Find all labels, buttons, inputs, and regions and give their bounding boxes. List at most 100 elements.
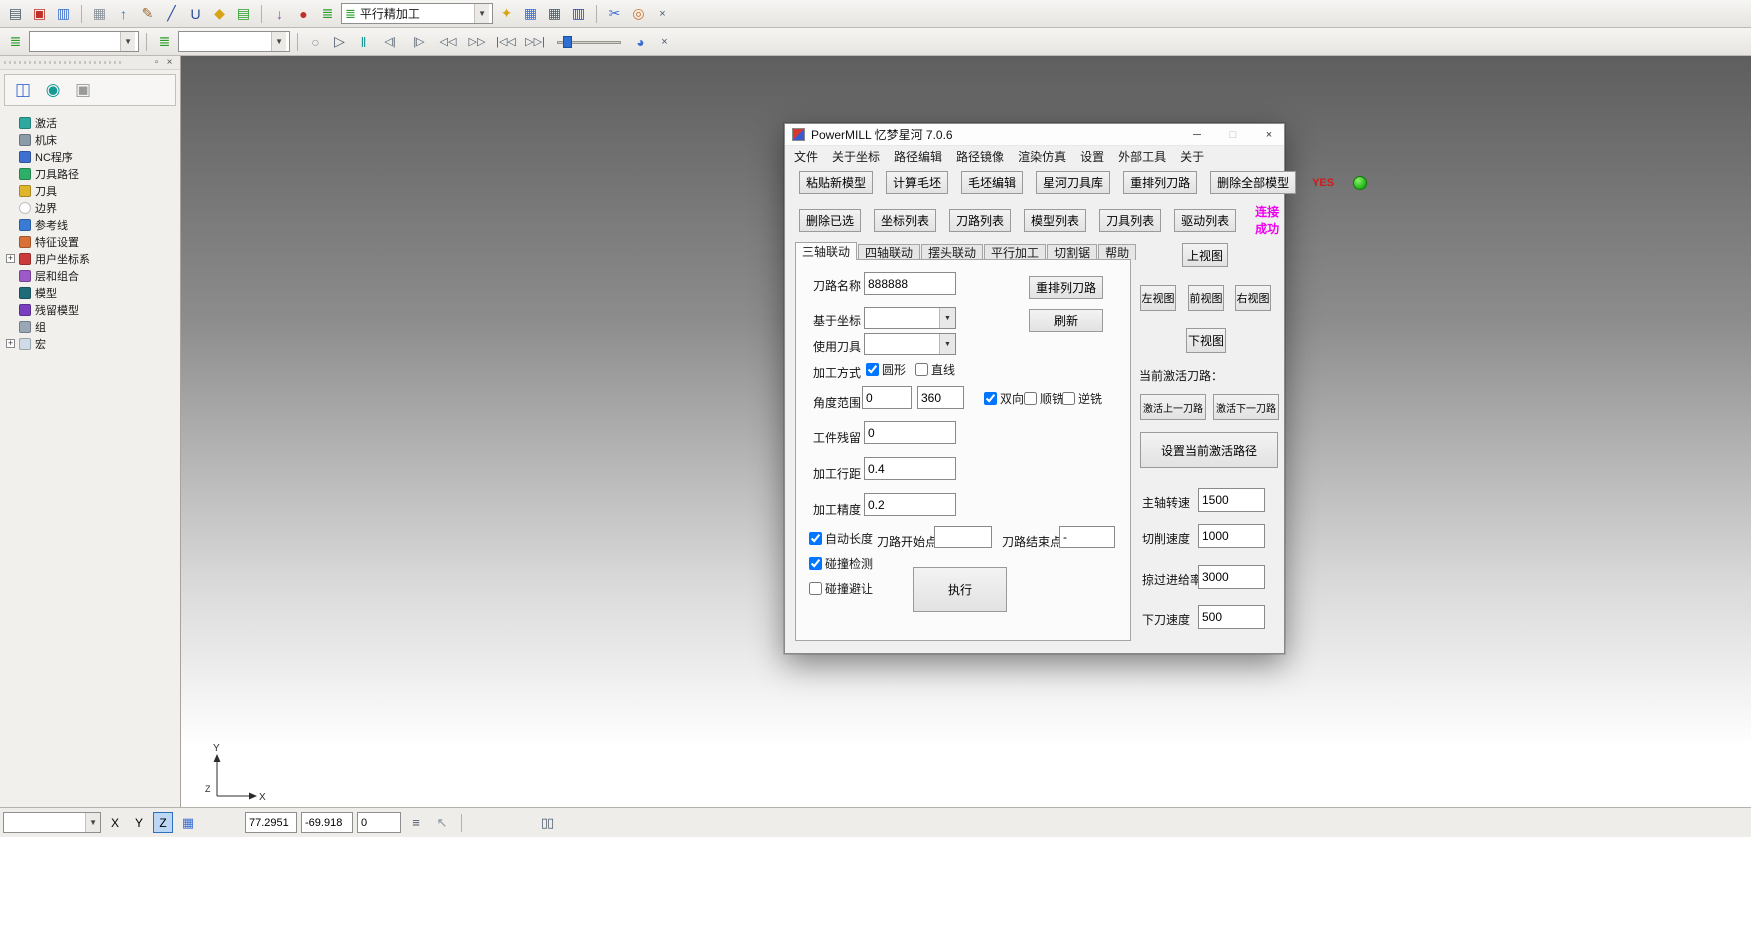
refresh-button[interactable]: 刷新	[1029, 309, 1103, 332]
delete-all-models-button[interactable]: 删除全部模型	[1210, 171, 1296, 194]
tab-4axis[interactable]: 四轴联动	[858, 244, 920, 260]
toolbar-close-icon[interactable]: ×	[652, 3, 673, 24]
panel-grip[interactable]: ▫ ×	[0, 56, 180, 70]
clock-icon[interactable]: ◕	[630, 31, 651, 52]
tree-item-toolpaths[interactable]: 刀具路径	[6, 165, 178, 182]
tree-item-feature-sets[interactable]: 特征设置	[6, 233, 178, 250]
coord-x-input[interactable]	[245, 812, 297, 833]
binoculars-icon[interactable]: ◎	[628, 3, 649, 24]
tree-item-patterns[interactable]: 参考线	[6, 216, 178, 233]
circle-checkbox[interactable]: 圆形	[866, 361, 906, 378]
model-list-button[interactable]: 模型列表	[1024, 209, 1086, 232]
tab-3axis[interactable]: 三轴联动	[795, 242, 857, 260]
auto-length-checkbox[interactable]: 自动长度	[809, 530, 873, 547]
paste-new-model-button[interactable]: 粘贴新模型	[799, 171, 873, 194]
insert-file-icon[interactable]: ↓	[269, 3, 290, 24]
menu-path-mirror[interactable]: 路径镜像	[949, 146, 1011, 166]
execute-button[interactable]: 执行	[913, 567, 1007, 612]
stock-allowance-input[interactable]	[864, 421, 956, 444]
conventional-checkbox[interactable]: 逆铣	[1062, 390, 1102, 407]
toolbar-close-icon[interactable]: ×	[654, 31, 675, 52]
record-macro-icon[interactable]: ●	[293, 3, 314, 24]
tab-help[interactable]: 帮助	[1098, 244, 1136, 260]
axis-z-button[interactable]: Z	[153, 812, 173, 833]
plunge-feed-input[interactable]	[1198, 605, 1265, 629]
rearrange-button[interactable]: 重排列刀路	[1029, 276, 1103, 299]
tree-item-machine[interactable]: 机床	[6, 131, 178, 148]
auto-length-checkbox-input[interactable]	[809, 532, 822, 545]
end-point-input[interactable]	[1059, 526, 1115, 548]
pick-arrow-icon[interactable]: ↖	[431, 812, 453, 833]
menu-coords[interactable]: 关于坐标	[825, 146, 887, 166]
view-bottom-button[interactable]: 下视图	[1186, 328, 1226, 353]
tree-item-models[interactable]: 模型	[6, 284, 178, 301]
tree-item-stock-models[interactable]: 残留模型	[6, 301, 178, 318]
maximize-button[interactable]: □	[1218, 124, 1248, 145]
climb-checkbox[interactable]: 顺铣	[1024, 390, 1064, 407]
go-end-button[interactable]: ▷▷|	[522, 31, 548, 52]
collision-check-checkbox-input[interactable]	[809, 557, 822, 570]
stock-edit-button[interactable]: 毛坯编辑	[961, 171, 1023, 194]
tree-item-tools[interactable]: 刀具	[6, 182, 178, 199]
raise-toolpath-icon[interactable]: ↑	[113, 3, 134, 24]
tool-offset-icon[interactable]: ✦	[496, 3, 517, 24]
tree-item-levels-sets[interactable]: 层和组合	[6, 267, 178, 284]
view-front-button[interactable]: 前视图	[1188, 285, 1224, 311]
copy-layers-icon[interactable]: ▤	[233, 3, 254, 24]
stepover-input[interactable]	[864, 457, 956, 480]
axis-y-button[interactable]: Y	[129, 812, 149, 833]
toolpath-name-input[interactable]	[864, 272, 956, 295]
clamp-icon[interactable]: ✂	[604, 3, 625, 24]
chevron-down-icon[interactable]: ▼	[85, 813, 100, 832]
cutting-feed-input[interactable]	[1198, 524, 1265, 548]
climb-checkbox-input[interactable]	[1024, 392, 1037, 405]
menu-external-tools[interactable]: 外部工具	[1111, 146, 1173, 166]
tree-item-nc-programs[interactable]: NC程序	[6, 148, 178, 165]
pattern-edit-icon[interactable]: ✎	[137, 3, 158, 24]
expander-icon[interactable]: +	[6, 339, 15, 348]
tolerance-input[interactable]	[864, 493, 956, 516]
grid-toggle-icon[interactable]: ▦	[177, 812, 199, 833]
collision-avoid-checkbox[interactable]: 碰撞避让	[809, 580, 873, 597]
view-left-button[interactable]: 左视图	[1140, 285, 1176, 311]
view-right-button[interactable]: 右视图	[1235, 285, 1271, 311]
rewind-button[interactable]: ◁◁	[435, 31, 461, 52]
tab-parallel[interactable]: 平行加工	[984, 244, 1046, 260]
use-tool-combo[interactable]: ▼	[864, 333, 956, 355]
tool-list-button[interactable]: 刀具列表	[1099, 209, 1161, 232]
angle-to-input[interactable]	[917, 386, 964, 409]
diamond-check-icon[interactable]: ◆	[209, 3, 230, 24]
stats-icon[interactable]: ▥	[568, 3, 589, 24]
strategy-combo[interactable]: ≣ 平行精加工 ▼	[341, 3, 493, 24]
start-point-input[interactable]	[934, 526, 992, 548]
angle-from-input[interactable]	[862, 386, 912, 409]
run-macro-icon[interactable]: ≣	[317, 3, 338, 24]
collision-check-checkbox[interactable]: 碰撞检测	[809, 555, 873, 572]
tab-saw[interactable]: 切割锯	[1047, 244, 1097, 260]
activate-prev-button[interactable]: 激活上一刀路	[1140, 394, 1206, 420]
slider-handle[interactable]	[563, 36, 572, 48]
minimize-button[interactable]: ─	[1182, 124, 1212, 145]
pause-button[interactable]: ‖	[353, 31, 374, 52]
menu-render-sim[interactable]: 渲染仿真	[1011, 146, 1073, 166]
chevron-down-icon[interactable]: ▼	[474, 4, 489, 23]
activate-next-button[interactable]: 激活下一刀路	[1213, 394, 1279, 420]
panel-close-icon[interactable]: ×	[163, 57, 176, 68]
step-back-button[interactable]: ◁|	[377, 31, 403, 52]
conventional-checkbox-input[interactable]	[1062, 392, 1075, 405]
base-coord-combo[interactable]: ▼	[864, 307, 956, 329]
circle-checkbox-input[interactable]	[866, 363, 879, 376]
play-button[interactable]: ▷	[329, 31, 350, 52]
coord-y-input[interactable]	[301, 812, 353, 833]
view-top-button[interactable]: 上视图	[1182, 243, 1228, 267]
chevron-down-icon[interactable]: ▼	[120, 32, 135, 51]
tree-item-macros[interactable]: +宏	[6, 335, 178, 352]
menu-file[interactable]: 文件	[787, 146, 825, 166]
bidirectional-checkbox-input[interactable]	[984, 392, 997, 405]
sim-levels-icon[interactable]: ≣	[154, 31, 175, 52]
axis-x-button[interactable]: X	[105, 812, 125, 833]
list-options-icon[interactable]: ≡	[405, 812, 427, 833]
bulb-icon[interactable]: ○	[305, 31, 326, 52]
chevron-down-icon[interactable]: ▼	[271, 32, 286, 51]
toolpath-list-button[interactable]: 刀路列表	[949, 209, 1011, 232]
